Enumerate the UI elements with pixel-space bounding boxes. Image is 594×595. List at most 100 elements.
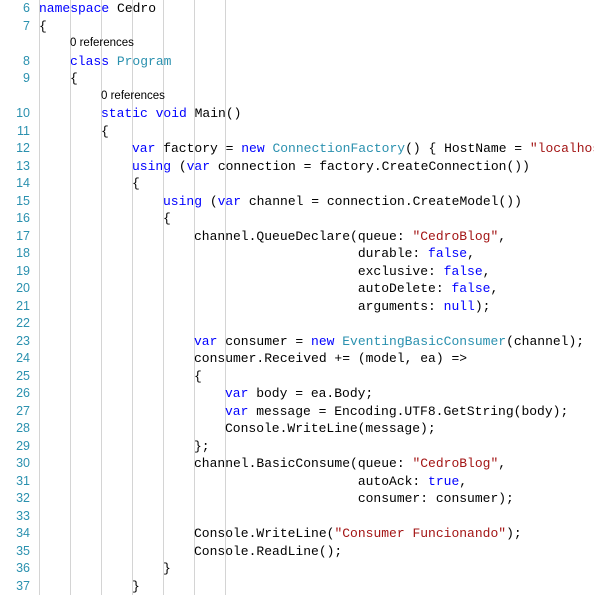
code-line[interactable]: channel.BasicConsume(queue: "CedroBlog", [194,455,594,473]
token-kw: new [241,141,265,156]
token-kw: var [225,386,249,401]
code-line[interactable]: { [194,368,594,386]
token-pln: , [467,246,475,261]
token-pln: { [70,71,78,86]
token-pln: { [163,211,171,226]
code-line[interactable]: autoDelete: false, [194,280,594,298]
code-line[interactable]: Console.WriteLine(message); [225,420,594,438]
token-pln: Main() [186,106,242,121]
token-pln: message = Encoding.UTF8.GetString(body); [248,403,569,419]
token-pln: Cedro [109,1,157,16]
token-pln: { [194,368,202,384]
token-pln: , [498,228,507,244]
code-line[interactable]: { [70,70,594,88]
token-kw: class [70,53,110,69]
token-str: "Consumer Funcionando" [334,526,507,541]
code-line[interactable]: class Program [70,53,594,71]
token-str: "localhost" [529,141,594,156]
token-kw: using [132,158,172,174]
token-pln: }; [194,438,210,454]
token-pln: (channel); [506,333,585,349]
token-pln: { [101,123,109,139]
token-typ: EventingBasicConsumer [342,333,507,349]
token-pln: () { HostName = [405,141,530,156]
token-pln [109,54,117,69]
code-line[interactable]: autoAck: true, [194,473,594,491]
code-line[interactable]: } [163,560,594,578]
token-pln: exclusive: [194,263,444,279]
token-pln: arguments: [194,298,444,314]
code-line[interactable]: channel.QueueDeclare(queue: "CedroBlog", [194,228,594,246]
code-line[interactable]: var consumer = new EventingBasicConsumer… [194,333,594,351]
token-pln: channel.BasicConsume(queue: [194,456,413,471]
token-kw: static void [101,106,187,121]
code-line[interactable] [194,315,594,333]
code-line[interactable]: var factory = new ConnectionFactory() { … [132,140,594,158]
code-line[interactable]: { [163,210,594,228]
code-line[interactable]: exclusive: false, [194,263,594,281]
token-pln: ( [171,158,187,174]
token-pln: , [490,281,499,296]
code-line[interactable]: { [101,123,594,141]
token-kw: null [443,298,475,314]
token-kw: true [428,473,460,489]
token-pln: } [132,578,140,594]
token-pln: , [459,473,468,489]
token-kw: var [225,403,249,419]
token-typ: ConnectionFactory [272,141,406,156]
token-pln: ); [506,526,522,541]
code-line[interactable]: } [132,578,594,595]
code-line[interactable]: arguments: null); [194,298,594,316]
code-line[interactable] [194,508,594,526]
codelens-references[interactable]: 0 references [70,35,594,53]
token-pln: channel.QueueDeclare(queue: [194,228,413,244]
token-pln: , [498,456,507,471]
code-line[interactable]: consumer.Received += (model, ea) => [194,350,594,368]
token-kw: var [217,193,242,209]
token-kw: false [443,263,483,279]
token-kw: var [194,333,218,349]
token-pln: factory = [155,141,242,156]
code-line[interactable]: Console.WriteLine("Consumer Funcionando"… [194,525,594,543]
code-line[interactable]: durable: false, [194,245,594,263]
token-pln: body = ea.Body; [248,386,374,401]
token-pln: durable: [194,246,429,261]
token-pln: } [163,561,171,576]
codelens-references[interactable]: 0 references [101,88,594,106]
token-pln: ); [474,298,491,314]
token-kw: false [451,281,491,296]
code-line[interactable]: consumer: consumer); [194,490,594,508]
token-typ: Program [116,53,172,69]
code-line[interactable]: Console.ReadLine(); [194,543,594,561]
code-line[interactable]: namespace Cedro [39,0,594,18]
code-line[interactable]: static void Main() [101,105,594,123]
token-pln: Console.WriteLine( [194,526,335,541]
token-kw: var [132,141,156,156]
token-pln: Console.ReadLine(); [194,543,343,559]
code-line[interactable]: }; [194,438,594,456]
token-pln: channel = connection.CreateModel()) [241,193,522,209]
code-line[interactable]: { [132,175,594,193]
token-kw: new [311,333,335,349]
token-str: "CedroBlog" [412,456,499,471]
token-pln: Console.WriteLine(message); [225,421,436,436]
code-line[interactable]: using (var channel = connection.CreateMo… [163,193,594,211]
code-content[interactable]: namespace Cedro{0 references class Progra… [0,0,594,595]
token-pln: , [482,263,491,279]
token-pln: connection = factory.CreateConnection()) [210,158,530,174]
token-kw: false [428,246,468,261]
token-pln: { [132,176,140,191]
token-pln: autoAck: [194,473,429,489]
token-pln: ( [202,193,218,209]
code-line[interactable]: var body = ea.Body; [225,385,594,403]
code-editor[interactable]: 6 7 8 9 10 11 12 13 14 15 16 17 18 19 20 21 22 23 24 25 26 27… [0,0,594,595]
token-pln: { [39,18,47,34]
token-kw: namespace [39,1,110,16]
token-kw: var [186,158,211,174]
token-pln: 0 references [101,89,165,102]
token-pln: consumer = [217,333,312,349]
code-line[interactable]: var message = Encoding.UTF8.GetString(bo… [225,403,594,421]
token-pln: 0 references [70,37,134,49]
code-line[interactable]: { [39,18,594,36]
code-line[interactable]: using (var connection = factory.CreateCo… [132,158,594,176]
